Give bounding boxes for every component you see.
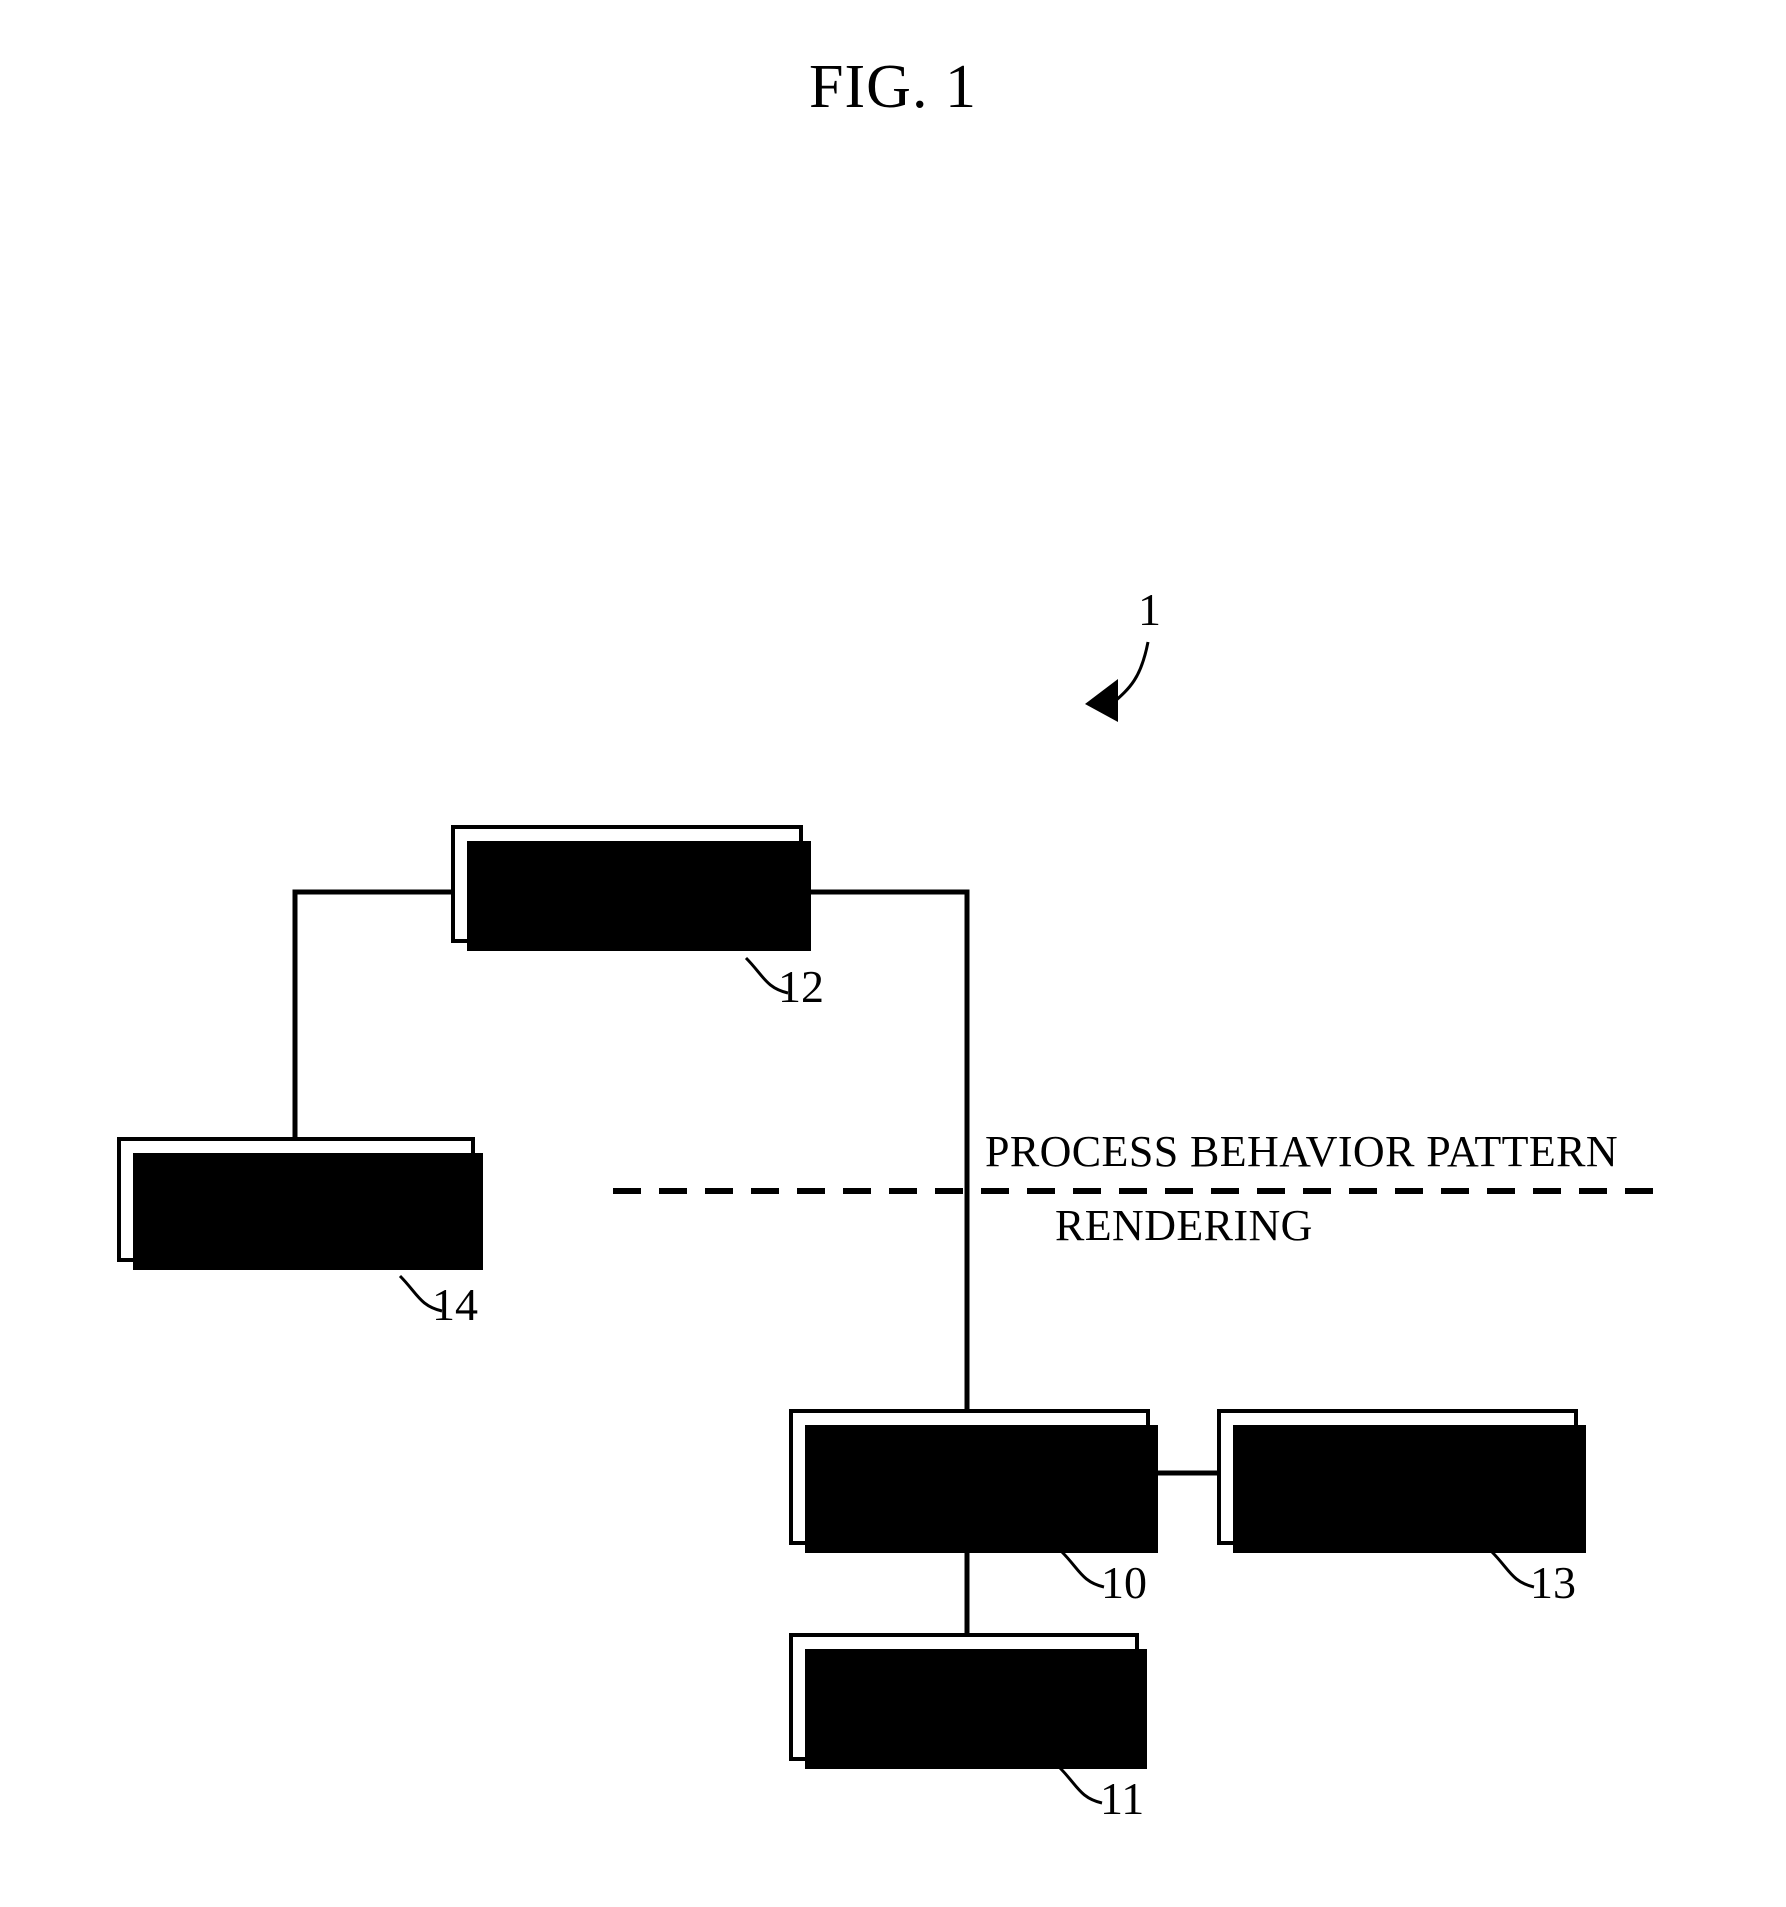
- reference-numeral-user-inputting-device: 13: [1530, 1557, 1576, 1608]
- leader-line-system: [1112, 641, 1150, 705]
- block-broadcast-receiving-terminal-label: BROADCAST RECEIVING TERMINAL: [849, 1416, 1090, 1538]
- block-cloud-server: CLOUD SERVER: [451, 825, 811, 951]
- reference-numeral-digital-tv: 11: [1100, 1773, 1145, 1824]
- leader-line-11: [1058, 1766, 1103, 1805]
- block-resource-server: RESOURCE SERVER: [117, 1137, 483, 1270]
- block-resource-server-label: RESOURCE SERVER: [181, 1153, 411, 1245]
- annotation-rendering: RENDERING: [1055, 1201, 1313, 1250]
- block-broadcast-receiving-terminal: BROADCAST RECEIVING TERMINAL: [789, 1409, 1158, 1553]
- reference-numeral-resource-server: 14: [432, 1279, 478, 1330]
- leader-line-13: [1490, 1550, 1535, 1589]
- arrowhead-icon: [1085, 679, 1118, 722]
- line-cloud-to-resource: [292, 889, 451, 1137]
- reference-numeral-broadcast-receiving-terminal: 10: [1101, 1557, 1147, 1608]
- block-user-inputting-device-label: USER INPUTTING DEVICE: [1291, 1416, 1504, 1538]
- block-digital-tv: DIGITAL TV: [789, 1633, 1147, 1769]
- block-digital-tv-label: DIGITAL TV: [843, 1673, 1085, 1721]
- block-user-inputting-device: USER INPUTTING DEVICE: [1217, 1409, 1586, 1553]
- block-cloud-server-label: CLOUD SERVER: [544, 838, 710, 929]
- annotation-process-behavior-pattern: PROCESS BEHAVIOR PATTERN: [985, 1127, 1619, 1176]
- patent-figure-page: FIG. 1 CLOUD SERVER RESOURCE SERVER BROA…: [0, 0, 1786, 1907]
- line-cloud-to-terminal: [803, 889, 970, 1409]
- diagram-connector-lines: [292, 641, 1670, 1805]
- reference-numeral-system: 1: [1138, 584, 1161, 635]
- leader-line-10: [1060, 1550, 1105, 1589]
- reference-numeral-cloud-server: 12: [778, 961, 824, 1012]
